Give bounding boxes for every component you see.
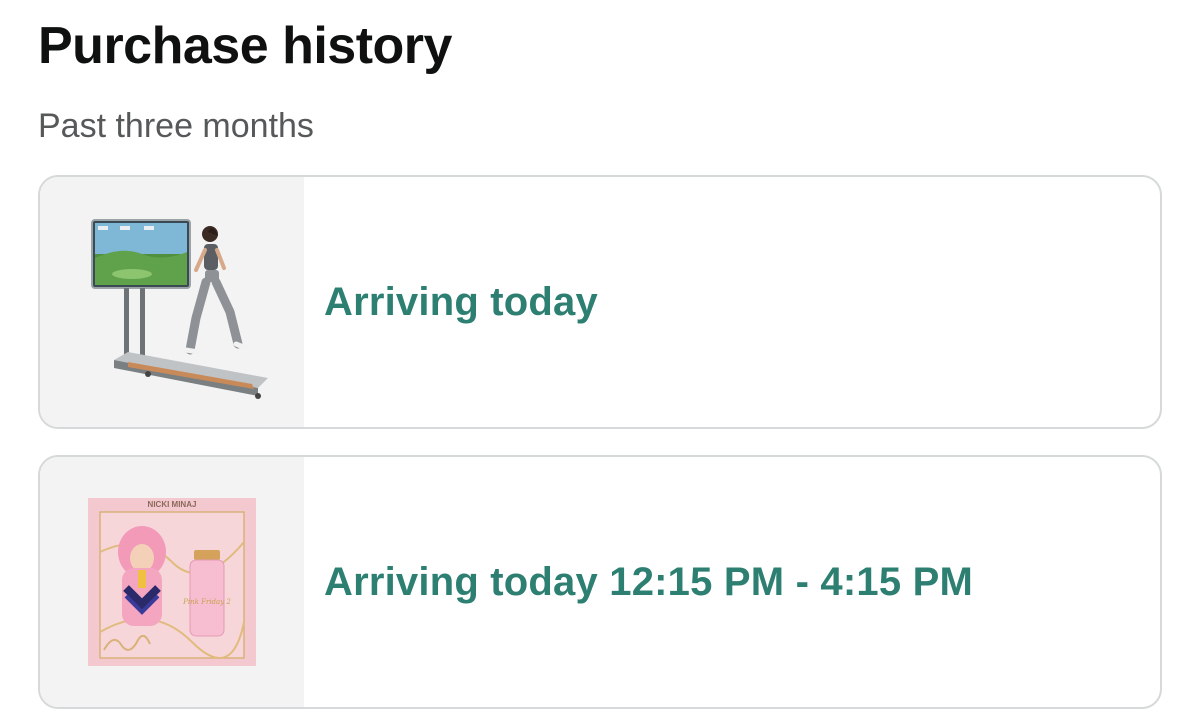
treadmill-product-image — [91, 219, 268, 399]
product-thumbnail-treadmill[interactable] — [40, 177, 304, 427]
product-name-text: Pink Friday 2 — [182, 598, 231, 606]
product-thumbnail-perfume[interactable]: NICKI MINAJ Pink Friday 2 — [40, 457, 304, 707]
delivery-status[interactable]: Arriving today — [324, 280, 598, 325]
page-title: Purchase history — [38, 17, 452, 75]
order-card-treadmill[interactable]: Arriving today — [38, 175, 1162, 429]
order-card-perfume[interactable]: NICKI MINAJ Pink Friday 2 Arriving today… — [38, 455, 1162, 709]
page-subtitle: Past three months — [38, 107, 314, 145]
perfume-gift-set-image: NICKI MINAJ Pink Friday 2 — [88, 498, 256, 666]
delivery-status[interactable]: Arriving today 12:15 PM - 4:15 PM — [324, 560, 973, 605]
product-brand-text: NICKI MINAJ — [148, 500, 197, 509]
